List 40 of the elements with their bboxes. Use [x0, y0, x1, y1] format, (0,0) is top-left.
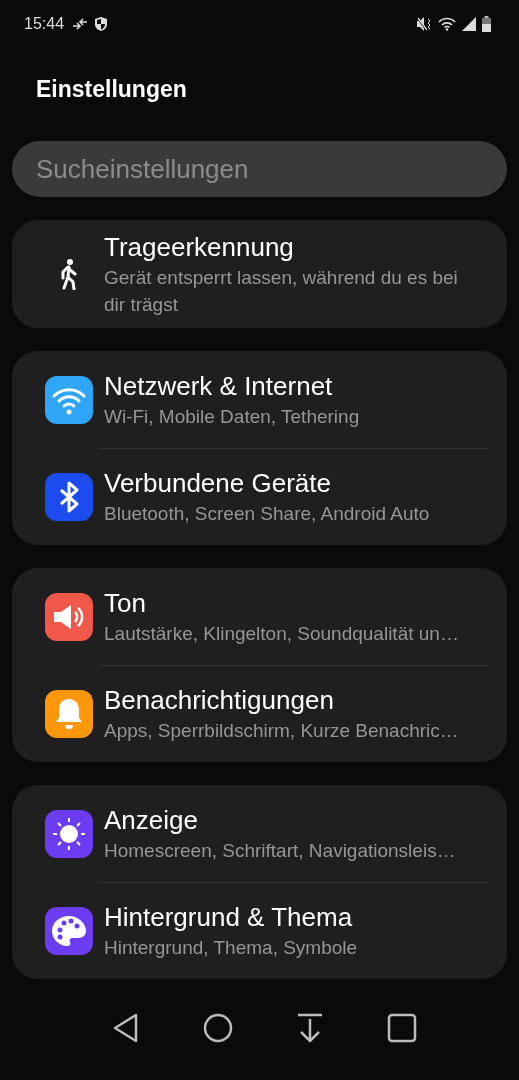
data-arrows-icon	[72, 18, 89, 30]
settings-item[interactable]: Verbundene Geräte Bluetooth, Screen Share, Android Auto	[12, 448, 507, 545]
mute-icon	[416, 16, 432, 32]
battery-icon	[482, 16, 491, 32]
item-title: Verbundene Geräte	[104, 467, 332, 500]
item-subtitle: Wi-Fi, Mobile Daten, Tethering	[104, 405, 360, 429]
settings-item[interactable]: Ton Lautstärke, Klingelton, Soundqualität un…	[12, 568, 507, 665]
item-title: Netzwerk & Internet	[104, 370, 334, 403]
bell-icon	[45, 689, 93, 738]
item-subtitle: Apps, Sperrbildschirm, Kurze Benachric…	[104, 719, 459, 743]
item-subtitle: Bluetooth, Screen Share, Android Auto	[104, 502, 430, 526]
sun-icon	[45, 809, 93, 858]
shield-icon	[94, 16, 109, 32]
item-title: Anzeige	[104, 804, 199, 837]
item-title: Trageerkennung	[104, 231, 295, 264]
settings-item[interactable]: Hintergrund & Thema Hintergrund, Thema, Symbole	[12, 882, 507, 979]
item-title: Benachrichtigungen	[104, 684, 335, 717]
status-time: 15:44	[24, 15, 65, 33]
back-icon[interactable]	[111, 1013, 140, 1043]
settings-item[interactable]: Anzeige Homescreen, Schriftart, Navigationsleis…	[12, 785, 507, 882]
settings-item[interactable]: Trageerkennung Gerät entsperrt lassen, während du es bei dir trägst	[12, 220, 507, 328]
item-subtitle: Lautstärke, Klingelton, Soundqualität un…	[104, 622, 459, 646]
download-icon[interactable]	[296, 1013, 325, 1043]
item-subtitle: Hintergrund, Thema, Symbole	[104, 936, 358, 960]
item-title: Ton	[104, 587, 147, 620]
page-title: Einstellungen	[36, 75, 188, 104]
settings-item[interactable]: Benachrichtigungen Apps, Sperrbildschirm, Kurze Benachric…	[12, 665, 507, 762]
item-subtitle: Gerät entsperrt lassen, während du es bei dir trägst	[104, 266, 459, 317]
item-subtitle: Homescreen, Schriftart, Navigationsleis…	[104, 839, 456, 863]
home-icon[interactable]	[202, 1013, 233, 1043]
recents-icon[interactable]	[387, 1013, 418, 1043]
wifi-signal-icon	[438, 17, 456, 31]
search-field[interactable]: Sucheinstellungen	[12, 141, 507, 197]
speaker-icon	[45, 592, 93, 641]
palette-icon	[45, 906, 93, 955]
settings-item[interactable]: Netzwerk & Internet Wi-Fi, Mobile Daten, Tethering	[12, 351, 507, 448]
bluetooth-icon	[45, 472, 93, 521]
cell-signal-icon	[462, 17, 476, 31]
wifi-icon	[45, 375, 93, 424]
item-title: Hintergrund & Thema	[104, 901, 354, 934]
